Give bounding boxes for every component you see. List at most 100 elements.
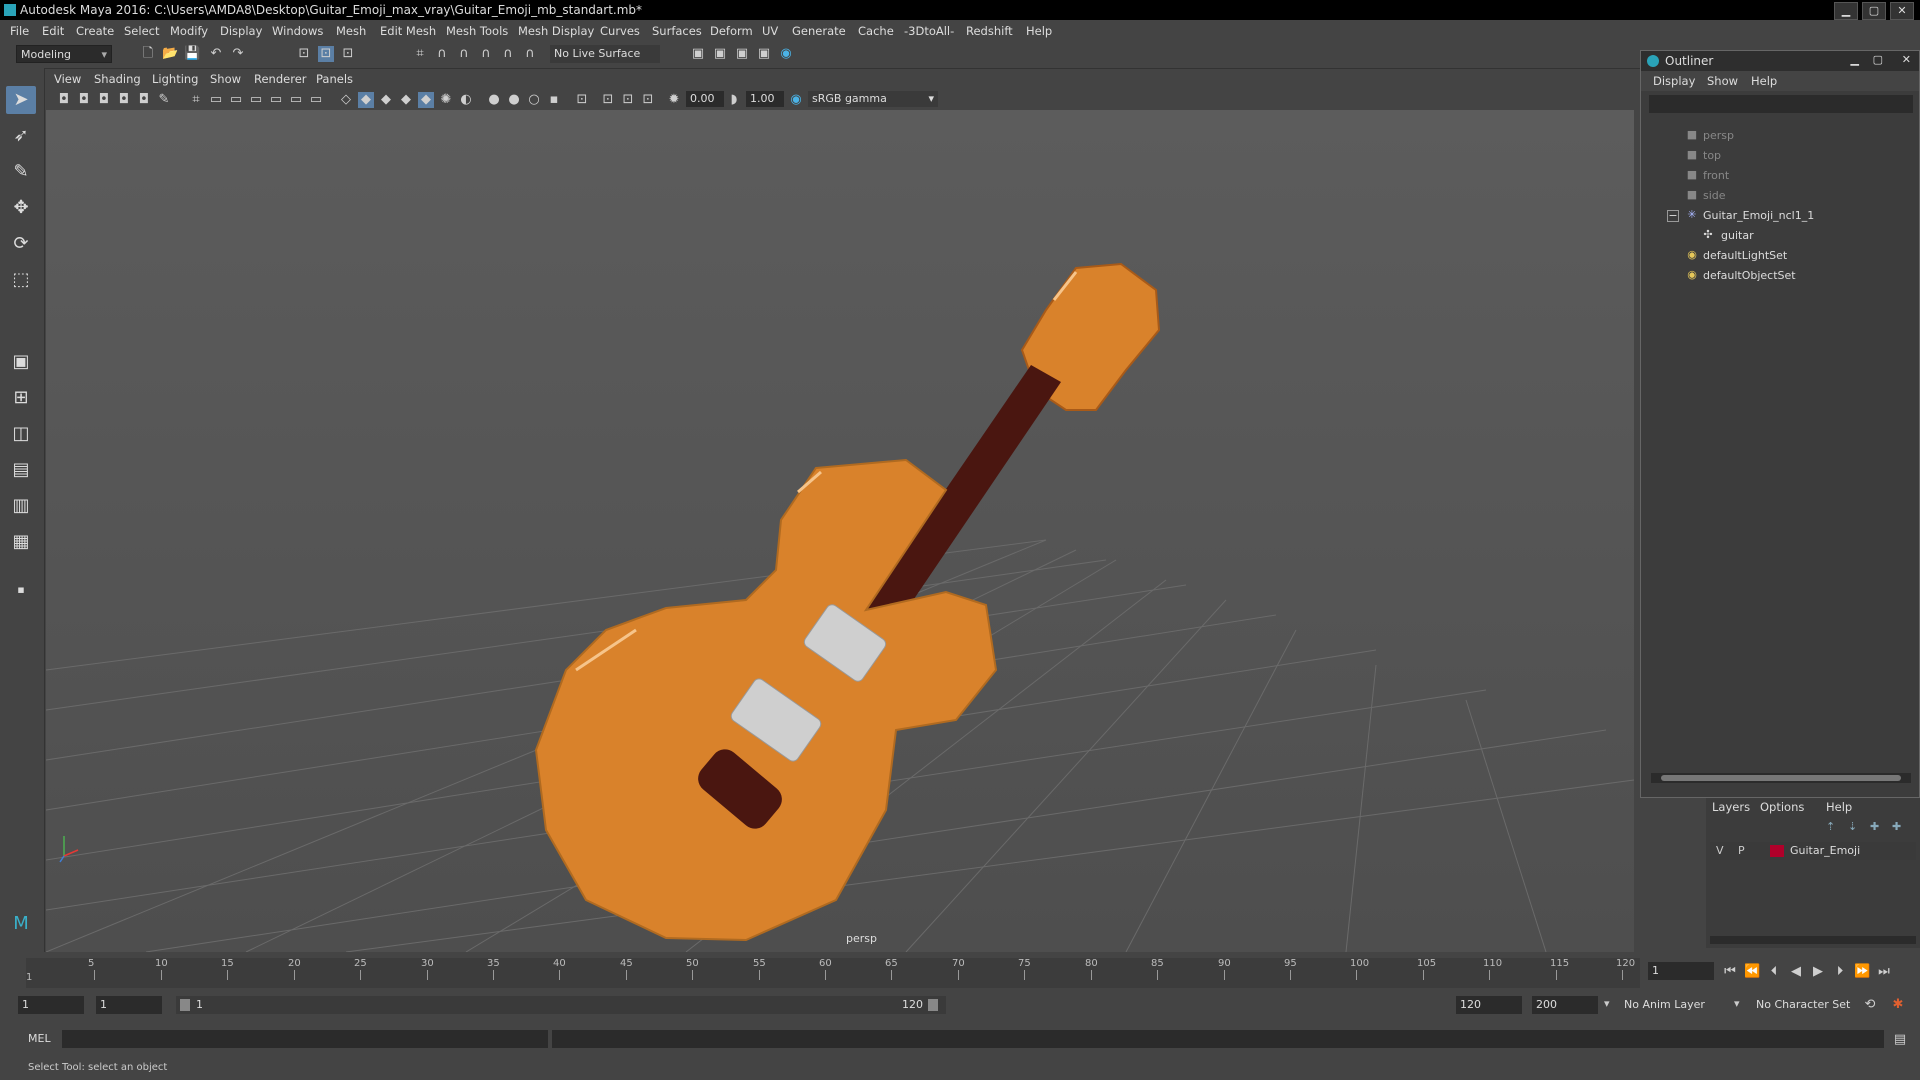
vp-menu-show[interactable]: Show: [210, 72, 241, 86]
timeline-ruler[interactable]: 1 5 10 15 20 25 30 35 40 45 50 55 60 65 70 75 80 85 90 95 1…: [26, 958, 1640, 988]
go-to-start-icon[interactable]: ⏮: [1722, 964, 1738, 980]
film-gate-icon[interactable]: ▭: [208, 92, 224, 108]
range-bar[interactable]: 1 120: [176, 996, 946, 1014]
wireframe-on-shaded-icon[interactable]: ◆: [398, 92, 414, 108]
save-scene-icon[interactable]: 💾: [184, 46, 200, 62]
menu-mesh-display[interactable]: Mesh Display: [518, 24, 594, 38]
menu-mesh-tools[interactable]: Mesh Tools: [446, 24, 508, 38]
outliner-search-field[interactable]: [1649, 95, 1913, 113]
menu-edit-mesh[interactable]: Edit Mesh: [380, 24, 436, 38]
layer-playback-toggle[interactable]: P: [1738, 844, 1745, 857]
default-material-icon[interactable]: ◆: [378, 92, 394, 108]
layers-menu-layers[interactable]: Layers: [1712, 800, 1750, 814]
auto-key-icon[interactable]: ⟲: [1862, 997, 1878, 1013]
safe-title-icon[interactable]: ▭: [308, 92, 324, 108]
wireframe-icon[interactable]: ◇: [338, 92, 354, 108]
paint-select-tool-icon[interactable]: ✎: [6, 158, 36, 186]
outliner-scrollbar[interactable]: [1651, 773, 1911, 783]
outliner-item-front[interactable]: ■ front: [1641, 167, 1919, 185]
2d-pan-icon[interactable]: ◘: [136, 92, 152, 108]
expand-toolbox-icon[interactable]: ▪: [6, 576, 36, 604]
exposure-field[interactable]: 0.00: [686, 91, 724, 107]
bookmark-icon[interactable]: ◘: [96, 92, 112, 108]
isolate-select-icon[interactable]: ⊡: [574, 92, 590, 108]
menu-curves[interactable]: Curves: [600, 24, 640, 38]
maximize-icon[interactable]: ▢: [1873, 53, 1883, 66]
playback-start-field[interactable]: 1: [96, 996, 162, 1014]
rotate-tool-icon[interactable]: ⟳: [6, 230, 36, 258]
new-scene-icon[interactable]: 🗋: [140, 46, 156, 62]
playback-end-field[interactable]: 120: [1456, 996, 1522, 1014]
menu-redshift[interactable]: Redshift: [966, 24, 1013, 38]
outliner-item-guitar[interactable]: ✣ guitar: [1641, 227, 1919, 245]
safe-action-icon[interactable]: ▭: [288, 92, 304, 108]
outliner-item-default-object-set[interactable]: ◉ defaultObjectSet: [1641, 267, 1919, 285]
undo-icon[interactable]: ↶: [208, 46, 224, 62]
redo-icon[interactable]: ↷: [230, 46, 246, 62]
outliner-item-side[interactable]: ■ side: [1641, 187, 1919, 205]
collapse-icon[interactable]: −: [1667, 210, 1679, 222]
lasso-tool-icon[interactable]: ➶: [6, 122, 36, 150]
step-forward-frame-icon[interactable]: ⏵: [1832, 964, 1848, 980]
menu-help[interactable]: Help: [1026, 24, 1052, 38]
chevron-down-icon[interactable]: ▾: [1604, 997, 1610, 1010]
gate-mask-icon[interactable]: ▭: [248, 92, 264, 108]
anim-end-field[interactable]: 200: [1532, 996, 1598, 1014]
minimize-button[interactable]: ▁: [1834, 2, 1858, 20]
colorspace-select[interactable]: sRGB gamma ▾: [808, 91, 938, 107]
guitar-model[interactable]: [534, 262, 1161, 942]
outliner-item-persp[interactable]: ■ persp: [1641, 127, 1919, 145]
gamma-icon[interactable]: ◗: [726, 92, 742, 108]
anim-prefs-icon[interactable]: ✱: [1890, 997, 1906, 1013]
snap-view-icon[interactable]: ∩: [478, 46, 494, 62]
xray-joints-icon[interactable]: ⊡: [620, 92, 636, 108]
menu-file[interactable]: File: [10, 24, 29, 38]
menu-surfaces[interactable]: Surfaces: [652, 24, 702, 38]
menu-mesh[interactable]: Mesh: [336, 24, 366, 38]
smooth-shade-icon[interactable]: ◆: [358, 92, 374, 108]
menu-cache[interactable]: Cache: [858, 24, 894, 38]
outliner-menu-show[interactable]: Show: [1707, 74, 1738, 88]
current-frame-field[interactable]: 1: [1648, 962, 1714, 980]
go-to-end-icon[interactable]: ⏭: [1876, 964, 1892, 980]
move-tool-icon[interactable]: ✥: [6, 194, 36, 222]
menu-3dtoall[interactable]: -3DtoAll-: [904, 24, 954, 38]
grid-icon[interactable]: ⌗: [188, 92, 204, 108]
select-component-icon[interactable]: ⊡: [340, 46, 356, 62]
anim-start-field[interactable]: 1: [18, 996, 84, 1014]
render-settings-icon[interactable]: ▣: [756, 46, 772, 62]
vp-menu-renderer[interactable]: Renderer: [254, 72, 307, 86]
layer-color-swatch[interactable]: [1770, 845, 1784, 857]
menu-create[interactable]: Create: [76, 24, 114, 38]
ipr-render-icon[interactable]: ▣: [734, 46, 750, 62]
snap-point-icon[interactable]: ∩: [456, 46, 472, 62]
exposure-icon[interactable]: ✹: [666, 92, 682, 108]
viewport-persp[interactable]: persp: [46, 110, 1634, 952]
render-frame-icon[interactable]: ▣: [712, 46, 728, 62]
anim-layer-select[interactable]: No Anim Layer: [1620, 996, 1730, 1014]
image-plane-icon[interactable]: ◘: [116, 92, 132, 108]
layer-visibility-toggle[interactable]: V: [1716, 844, 1724, 857]
new-layer-selected-icon[interactable]: ✚: [1892, 820, 1901, 833]
four-view-icon[interactable]: ⊞: [6, 384, 36, 412]
menu-windows[interactable]: Windows: [272, 24, 323, 38]
menu-generate[interactable]: Generate: [792, 24, 846, 38]
resolution-gate-icon[interactable]: ▭: [228, 92, 244, 108]
depth-of-field-icon[interactable]: ▪: [546, 92, 562, 108]
snap-live-icon[interactable]: ∩: [522, 46, 538, 62]
select-tool-icon[interactable]: ➤: [6, 86, 36, 114]
mode-selector[interactable]: Modeling ▾: [16, 45, 112, 63]
step-forward-key-icon[interactable]: ⏩: [1854, 964, 1870, 980]
move-layer-down-icon[interactable]: ⇣: [1848, 820, 1857, 833]
grease-pencil-icon[interactable]: ✎: [156, 92, 172, 108]
menu-edit[interactable]: Edit: [42, 24, 64, 38]
layers-menu-help[interactable]: Help: [1826, 800, 1852, 814]
anti-alias-icon[interactable]: ○: [526, 92, 542, 108]
menu-uv[interactable]: UV: [762, 24, 778, 38]
scale-tool-icon[interactable]: ⬚: [6, 266, 36, 294]
persp-graph-icon[interactable]: ▥: [6, 492, 36, 520]
color-management-icon[interactable]: ◉: [788, 92, 804, 108]
select-hierarchy-icon[interactable]: ⊡: [296, 46, 312, 62]
open-scene-icon[interactable]: 📂: [162, 46, 178, 62]
range-end-handle[interactable]: [928, 999, 938, 1011]
